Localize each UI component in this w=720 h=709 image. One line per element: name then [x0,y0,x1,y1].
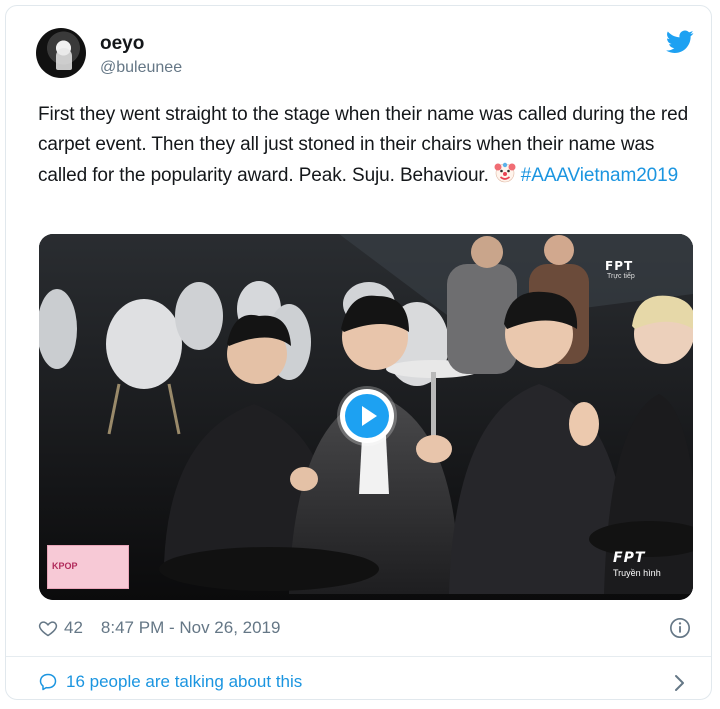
chevron-right-icon[interactable] [673,674,687,692]
fpt-live-watermark: FPT Trực tiếp [605,259,651,280]
avatar[interactable] [36,28,86,78]
tweet-card: oeyo @buleunee First they went straight … [5,5,712,700]
author-handle[interactable]: @buleunee [100,59,182,77]
kpop-logo-text: KPOP [52,561,78,571]
truyen-hinh-label: Truyền hình [613,568,661,578]
likes-count[interactable]: 42 [64,618,83,638]
speech-bubble-icon [39,673,57,691]
tweet-text-block: First they went straight to the stage wh… [38,100,693,191]
divider [6,656,711,657]
timestamp[interactable]: 8:47 PM - Nov 26, 2019 [101,618,281,638]
kpop-corner-logo: KPOP [47,545,129,589]
video-player[interactable]: FPT Trực tiếp KPOP FPT Truyền hình [39,234,693,600]
clown-face-emoji-icon [494,162,516,183]
live-label: Trực tiếp [607,273,635,280]
info-icon[interactable] [669,617,691,639]
fpt-tv-watermark: FPT Truyền hình [613,550,683,578]
play-icon[interactable] [340,389,394,443]
talking-link[interactable]: 16 people are talking about this [38,672,302,692]
tweet-meta: 42 8:47 PM - Nov 26, 2019 [38,617,280,639]
fpt-logo-bottom: FPT [613,550,646,566]
author-name[interactable]: oeyo [100,33,144,55]
talking-text[interactable]: 16 people are talking about this [66,672,302,692]
hashtag-link[interactable]: #AAAVietnam2019 [521,165,678,186]
twitter-bird-icon[interactable] [666,30,694,54]
fpt-logo-top: FPT [605,259,634,273]
heart-icon[interactable] [38,618,58,638]
